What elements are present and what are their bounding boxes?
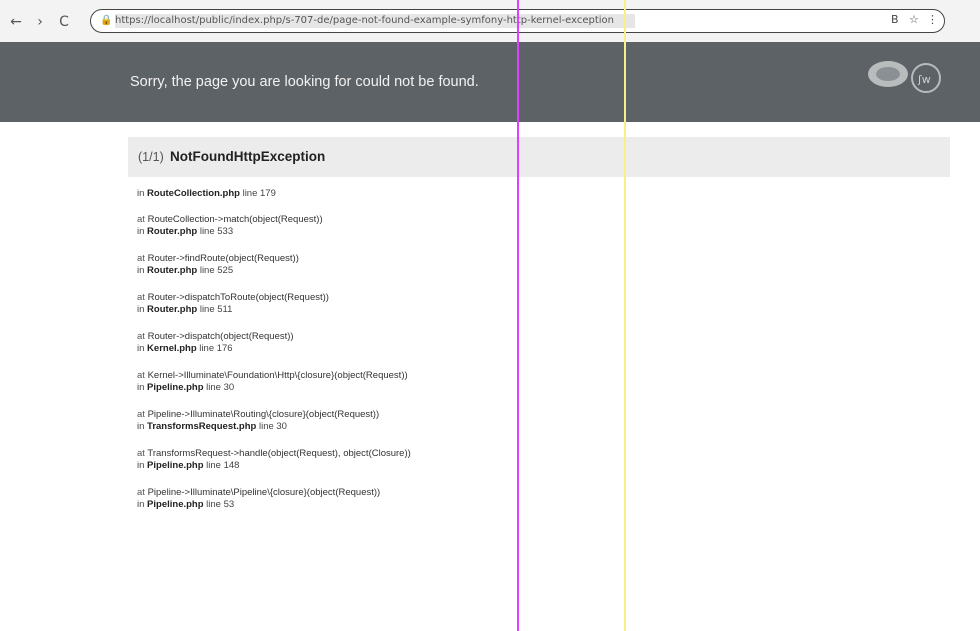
yellow-scan-line: [624, 0, 626, 631]
magenta-scan-line: [517, 0, 519, 631]
profile-icon[interactable]: B: [891, 13, 899, 26]
error-header: Sorry, the page you are looking for coul…: [0, 42, 980, 122]
trace-frame: at Pipeline->Illuminate\Routing\{closure…: [137, 409, 697, 433]
reload-icon[interactable]: C: [56, 14, 72, 30]
trace-call: at Router->dispatchToRoute(object(Reques…: [137, 292, 329, 303]
trace-call: at TransformsRequest->handle(object(Requ…: [137, 448, 411, 459]
trace-call: at Router->findRoute(object(Request)): [137, 253, 299, 264]
url-text[interactable]: https://localhost/public/index.php/s-707…: [115, 14, 635, 28]
trace-location: in Pipeline.php line 30: [137, 382, 235, 393]
browser-toolbar: ← › C 🔒 https://localhost/public/index.p…: [0, 0, 980, 43]
trace-location: in Router.php line 525: [137, 265, 234, 276]
trace-location: in TransformsRequest.php line 30: [137, 421, 287, 432]
trace-call: at RouteCollection->match(object(Request…: [137, 214, 323, 225]
bookmark-star-icon[interactable]: ☆: [909, 13, 919, 26]
trace-frame: at Pipeline->Illuminate\Pipeline\{closur…: [137, 487, 697, 511]
lock-icon: 🔒: [100, 15, 113, 26]
trace-frame: at TransformsRequest->handle(object(Requ…: [137, 448, 697, 472]
trace-call: at Pipeline->Illuminate\Pipeline\{closur…: [137, 487, 381, 498]
trace-location: in Router.php line 533: [137, 226, 234, 237]
trace-call: at Kernel->Illuminate\Foundation\Http\{c…: [137, 370, 408, 381]
trace-frame: at Router->findRoute(object(Request)) in…: [137, 253, 697, 277]
exception-count: (1/1): [138, 150, 164, 164]
trace-location: in RouteCollection.php line 179: [137, 188, 276, 199]
error-title: Sorry, the page you are looking for coul…: [130, 74, 479, 90]
back-arrow-icon[interactable]: ←: [8, 14, 24, 30]
trace-frame: at Kernel->Illuminate\Foundation\Http\{c…: [137, 370, 697, 394]
menu-icon[interactable]: ⋮: [927, 13, 938, 26]
trace-call: at Pipeline->Illuminate\Routing\{closure…: [137, 409, 380, 420]
exception-name: NotFoundHttpException: [170, 149, 326, 164]
stack-trace: in RouteCollection.php line 179 at Route…: [137, 188, 697, 526]
forward-arrow-icon[interactable]: ›: [32, 14, 48, 30]
trace-location: in Pipeline.php line 53: [137, 499, 235, 510]
trace-location: in Pipeline.php line 148: [137, 460, 240, 471]
exception-header: (1/1) NotFoundHttpException: [128, 137, 950, 177]
trace-frame: at Router->dispatch(object(Request)) in …: [137, 331, 697, 355]
trace-location: in Kernel.php line 176: [137, 343, 233, 354]
trace-call: at Router->dispatch(object(Request)): [137, 331, 294, 342]
trace-location: in Router.php line 511: [137, 304, 233, 315]
trace-frame: at RouteCollection->match(object(Request…: [137, 214, 697, 238]
trace-frame: in RouteCollection.php line 179: [137, 188, 697, 200]
framework-logo-icon: ʃw: [868, 61, 941, 93]
svg-text:ʃw: ʃw: [917, 73, 931, 86]
trace-frame: at Router->dispatchToRoute(object(Reques…: [137, 292, 697, 316]
